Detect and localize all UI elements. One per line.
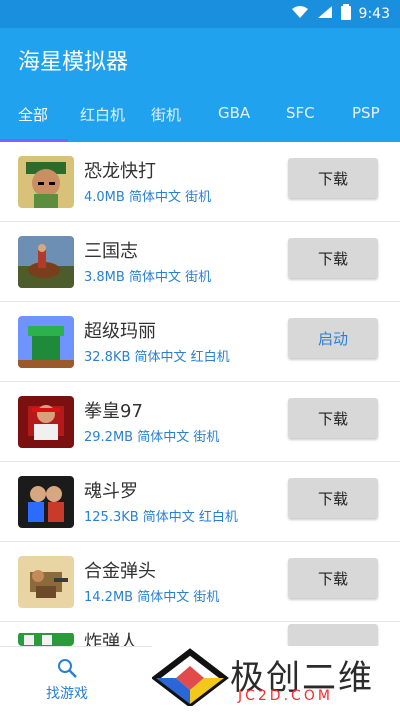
status-bar: 9:43	[0, 0, 400, 28]
wifi-icon	[291, 5, 309, 23]
game-meta: 29.2MB 简体中文 街机	[84, 430, 220, 445]
app-bar: 海星模拟器	[0, 28, 400, 90]
game-name: 恐龙快打	[84, 161, 156, 182]
game-row[interactable]: 三国志 3.8MB 简体中文 街机 下载	[0, 222, 400, 302]
game-name: 超级玛丽	[84, 321, 156, 342]
signal-icon	[317, 5, 333, 23]
commando-icon	[18, 476, 74, 528]
game-row-partial[interactable]: 炸弹人	[0, 622, 400, 653]
game-list: 恐龙快打 4.0MB 简体中文 街机 下载 三国志 3.8MB 简体中文 街机 …	[0, 142, 400, 653]
horse-rider-icon	[18, 236, 74, 288]
game-name: 拳皇97	[84, 401, 143, 422]
download-button[interactable]: 下载	[288, 478, 378, 518]
status-time: 9:43	[358, 6, 390, 22]
tab-gba[interactable]: GBA	[218, 104, 250, 122]
battery-icon	[340, 4, 351, 24]
category-tabs: 全部 红白机 街机 GBA SFC PSP	[0, 90, 400, 142]
game-row[interactable]: 魂斗罗 125.3KB 简体中文 红白机 下载	[0, 462, 400, 542]
find-games-tab[interactable]: 找游戏	[22, 657, 112, 707]
game-meta: 14.2MB 简体中文 街机	[84, 590, 220, 605]
launch-button[interactable]: 启动	[288, 318, 378, 358]
watermark-logo-icon	[151, 648, 229, 708]
search-icon	[22, 657, 112, 681]
game-name: 三国志	[84, 241, 138, 262]
pipe-icon	[18, 316, 74, 368]
download-button[interactable]: 下载	[288, 398, 378, 438]
download-button[interactable]: 下载	[288, 558, 378, 598]
bomberman-icon	[18, 632, 74, 646]
app-title: 海星模拟器	[18, 50, 129, 75]
game-row[interactable]: 恐龙快打 4.0MB 简体中文 街机 下载	[0, 142, 400, 222]
tab-psp[interactable]: PSP	[352, 104, 380, 122]
download-button[interactable]: 下载	[288, 238, 378, 278]
game-meta: 4.0MB 简体中文 街机	[84, 190, 212, 205]
tab-all[interactable]: 全部	[18, 104, 48, 125]
game-name: 合金弹头	[84, 561, 156, 582]
download-button-partial[interactable]	[288, 624, 378, 646]
status-icons: 9:43	[291, 4, 390, 24]
download-button[interactable]: 下载	[288, 158, 378, 198]
tab-famicom[interactable]: 红白机	[80, 104, 125, 125]
game-name: 魂斗罗	[84, 481, 138, 502]
watermark: 极创二维 JC2D.COM	[151, 646, 400, 711]
fighter-icon	[18, 396, 74, 448]
game-row[interactable]: 拳皇97 29.2MB 简体中文 街机 下载	[0, 382, 400, 462]
game-meta: 125.3KB 简体中文 红白机	[84, 510, 238, 525]
tab-sfc[interactable]: SFC	[286, 104, 315, 122]
watermark-url: JC2D.COM	[238, 688, 333, 704]
game-row[interactable]: 合金弹头 14.2MB 简体中文 街机 下载	[0, 542, 400, 622]
metal-slug-icon	[18, 556, 74, 608]
tab-arcade[interactable]: 街机	[151, 104, 181, 125]
game-meta: 32.8KB 简体中文 红白机	[84, 350, 230, 365]
soldier-icon	[18, 156, 74, 208]
game-row[interactable]: 超级玛丽 32.8KB 简体中文 红白机 启动	[0, 302, 400, 382]
game-meta: 3.8MB 简体中文 街机	[84, 270, 212, 285]
find-games-label: 找游戏	[46, 686, 88, 702]
